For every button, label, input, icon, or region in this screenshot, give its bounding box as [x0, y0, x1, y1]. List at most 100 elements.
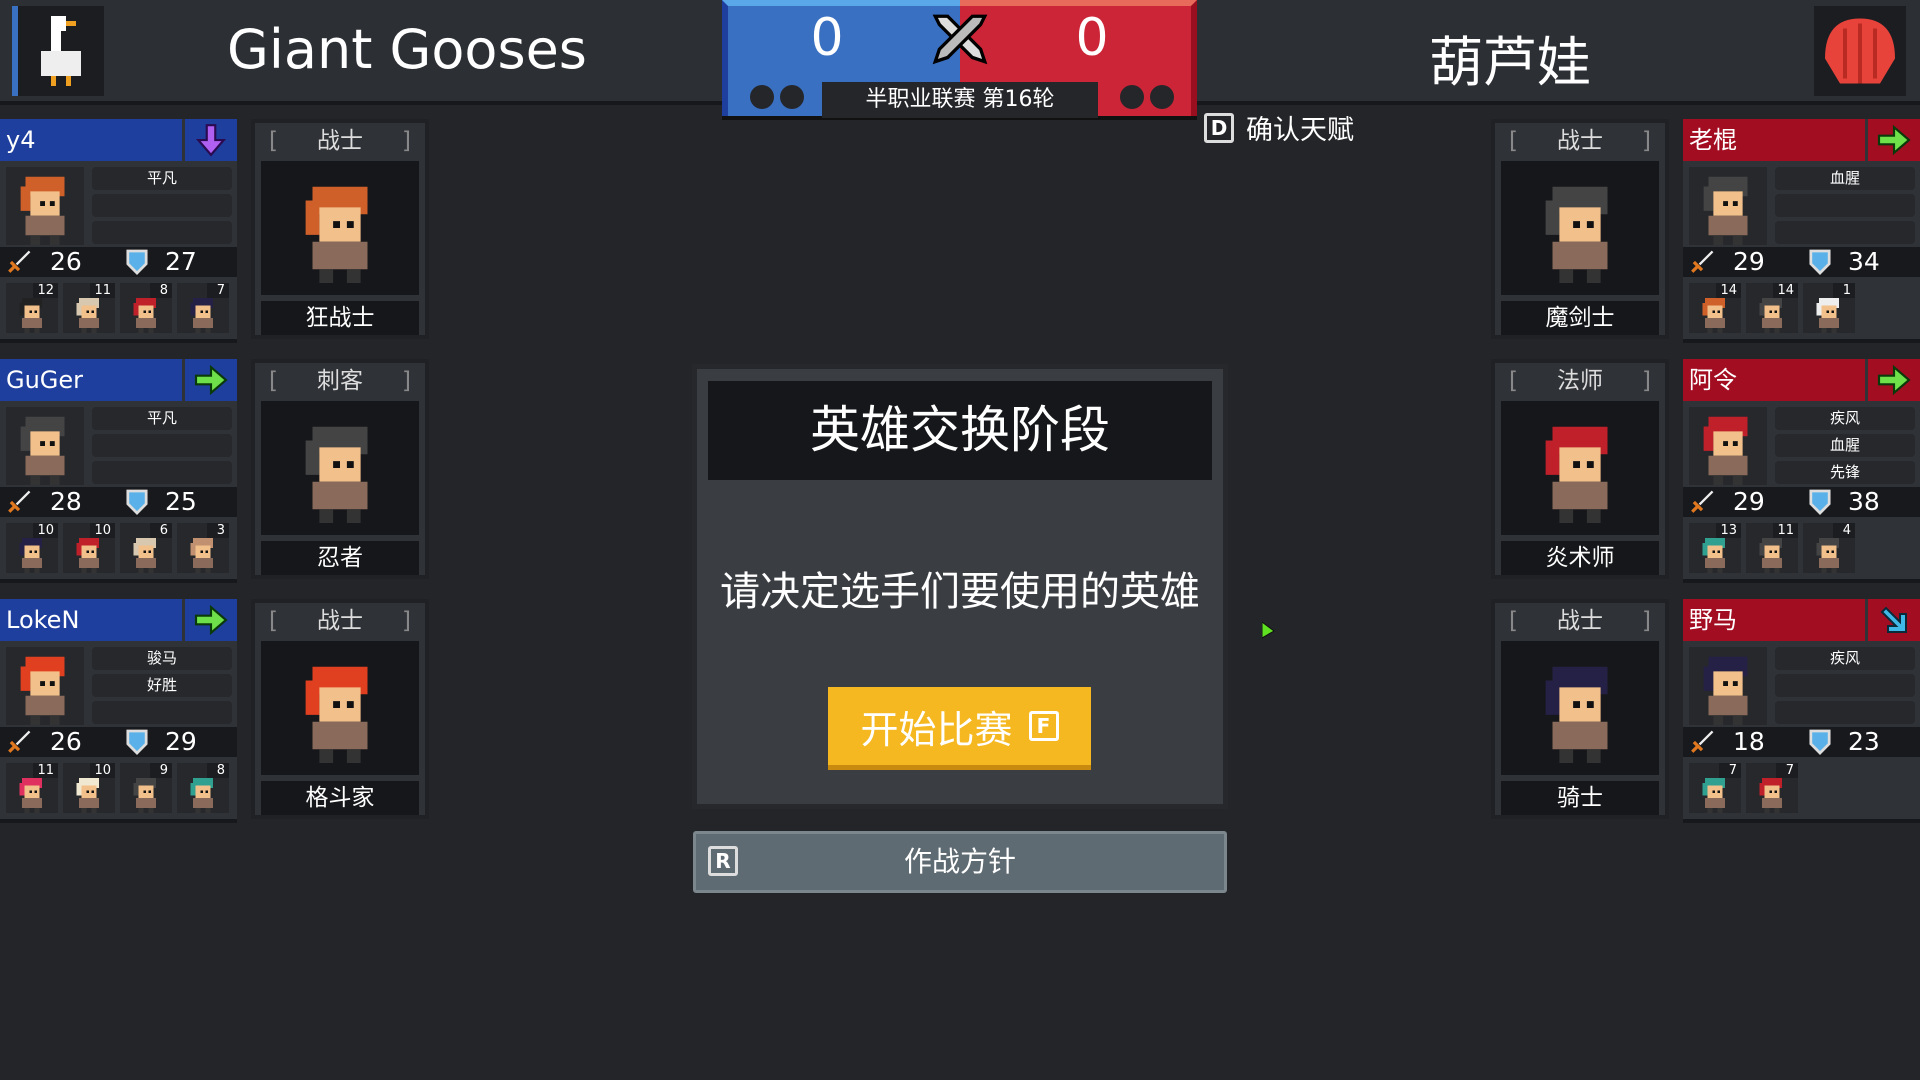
usage-count: 1 — [1833, 283, 1855, 298]
defense-value: 34 — [1848, 247, 1880, 276]
hero-name: 忍者 — [261, 541, 419, 575]
player-stats: 29 34 — [1683, 247, 1920, 277]
hero-swap-dialog: 英雄交换阶段 请决定选手们要使用的英雄 开始比赛 F — [692, 364, 1228, 809]
hero-usage-item: 14 — [1746, 283, 1798, 333]
talent-slot: 血腥 — [1775, 434, 1915, 457]
dialog-subtitle: 请决定选手们要使用的英雄 — [720, 569, 1200, 615]
player-name: LokeN — [0, 599, 182, 641]
talent-slot: 骏马 — [92, 647, 232, 670]
arrow-down-right-icon[interactable] — [1868, 599, 1920, 641]
attack-icon — [1689, 489, 1715, 522]
arrow-down-icon[interactable] — [185, 119, 237, 161]
hero-class-label: 战士 — [317, 128, 363, 154]
player-card[interactable]: 野马 疾风 18 23 7 7 — [1683, 599, 1920, 823]
hero-class-label: 战士 — [1557, 128, 1603, 154]
hero-usage-item: 6 — [120, 523, 172, 573]
defense-icon — [1809, 729, 1831, 762]
hero-usage-item: 11 — [63, 283, 115, 333]
right-score: 0 — [1075, 8, 1109, 68]
player-stats: 26 29 — [0, 727, 237, 757]
arrow-right-icon[interactable] — [185, 359, 237, 401]
usage-count: 10 — [33, 523, 58, 538]
hero-class-label: 战士 — [317, 608, 363, 634]
hero-usage-item: 7 — [1746, 763, 1798, 813]
shell-icon — [1814, 6, 1906, 96]
attack-icon — [6, 489, 32, 522]
usage-count: 11 — [1773, 523, 1798, 538]
talent-slot — [1775, 674, 1915, 697]
player-card[interactable]: 老棍 血腥 29 34 14 14 1 — [1683, 119, 1920, 343]
hero-class-card[interactable]: [战士] 骑士 — [1491, 599, 1669, 819]
talent-slot: 先锋 — [1775, 461, 1915, 484]
hero-sprite — [1501, 641, 1659, 775]
usage-count: 8 — [150, 283, 172, 298]
hero-usage-item: 11 — [6, 763, 58, 813]
tactics-button[interactable]: R 作战方针 — [693, 831, 1227, 893]
key-hint: D — [1204, 112, 1234, 143]
hero-usage-item: 7 — [177, 283, 229, 333]
player-hero-portrait — [1689, 167, 1767, 245]
defense-icon — [126, 729, 148, 762]
usage-count: 7 — [1719, 763, 1741, 778]
hero-sprite — [1501, 401, 1659, 535]
hero-name: 狂战士 — [261, 301, 419, 335]
hero-usage-item: 8 — [177, 763, 229, 813]
hero-usage-item: 7 — [1689, 763, 1741, 813]
talent-slot — [92, 221, 232, 244]
tactics-label: 作战方针 — [903, 845, 1016, 878]
talent-slot — [92, 434, 232, 457]
talent-slot — [92, 701, 232, 724]
hero-usage-item: 8 — [120, 283, 172, 333]
hero-class-label: 法师 — [1557, 368, 1603, 394]
hero-class-label: 战士 — [1557, 608, 1603, 634]
arrow-right-icon[interactable] — [1868, 119, 1920, 161]
mouse-cursor-icon — [1261, 621, 1276, 644]
player-card[interactable]: 阿令 疾风 血腥 先锋 29 38 13 11 4 — [1683, 359, 1920, 583]
attack-value: 26 — [50, 727, 82, 756]
usage-count: 6 — [150, 523, 172, 538]
usage-count: 8 — [207, 763, 229, 778]
hero-class-card[interactable]: [战士] 格斗家 — [251, 599, 429, 819]
confirm-talent-button[interactable]: D 确认天赋 — [1204, 108, 1354, 147]
hero-class-card[interactable]: [刺客] 忍者 — [251, 359, 429, 579]
player-name: y4 — [0, 119, 182, 161]
hero-sprite — [261, 161, 419, 295]
arrow-right-icon[interactable] — [185, 599, 237, 641]
hero-name: 魔剑士 — [1501, 301, 1659, 335]
attack-value: 18 — [1733, 727, 1765, 756]
usage-count: 7 — [1776, 763, 1798, 778]
start-match-button[interactable]: 开始比赛 F — [828, 687, 1091, 770]
hero-class-card[interactable]: [战士] 魔剑士 — [1491, 119, 1669, 339]
arrow-right-icon[interactable] — [1868, 359, 1920, 401]
usage-count: 7 — [207, 283, 229, 298]
attack-icon — [6, 729, 32, 762]
defense-value: 25 — [165, 487, 197, 516]
player-stats: 29 38 — [1683, 487, 1920, 517]
defense-icon — [1809, 489, 1831, 522]
dialog-title: 英雄交换阶段 — [708, 381, 1212, 480]
defense-value: 27 — [165, 247, 197, 276]
usage-count: 14 — [1773, 283, 1798, 298]
hero-usage-item: 14 — [1689, 283, 1741, 333]
attack-icon — [1689, 249, 1715, 282]
hero-class-card[interactable]: [法师] 炎术师 — [1491, 359, 1669, 579]
usage-count: 14 — [1716, 283, 1741, 298]
left-team-name: Giant Gooses — [227, 18, 587, 81]
usage-count: 4 — [1833, 523, 1855, 538]
player-stats: 26 27 — [0, 247, 237, 277]
scoreboard: 0 0 半职业联赛 第16轮 — [722, 0, 1197, 120]
talent-slot — [92, 461, 232, 484]
hero-sprite — [261, 641, 419, 775]
hero-class-card[interactable]: [战士] 狂战士 — [251, 119, 429, 339]
player-stats: 18 23 — [1683, 727, 1920, 757]
player-card[interactable]: GuGer 平凡 28 25 10 10 6 3 — [0, 359, 237, 583]
hero-name: 炎术师 — [1501, 541, 1659, 575]
crossed-swords-icon — [927, 8, 993, 78]
player-name: GuGer — [0, 359, 182, 401]
hero-usage-item: 9 — [120, 763, 172, 813]
key-hint: R — [708, 846, 738, 876]
player-card[interactable]: LokeN 骏马 好胜 26 29 11 10 9 8 — [0, 599, 237, 823]
hero-usage-item: 10 — [6, 523, 58, 573]
player-card[interactable]: y4 平凡 26 27 12 11 8 7 — [0, 119, 237, 343]
usage-count: 3 — [207, 523, 229, 538]
